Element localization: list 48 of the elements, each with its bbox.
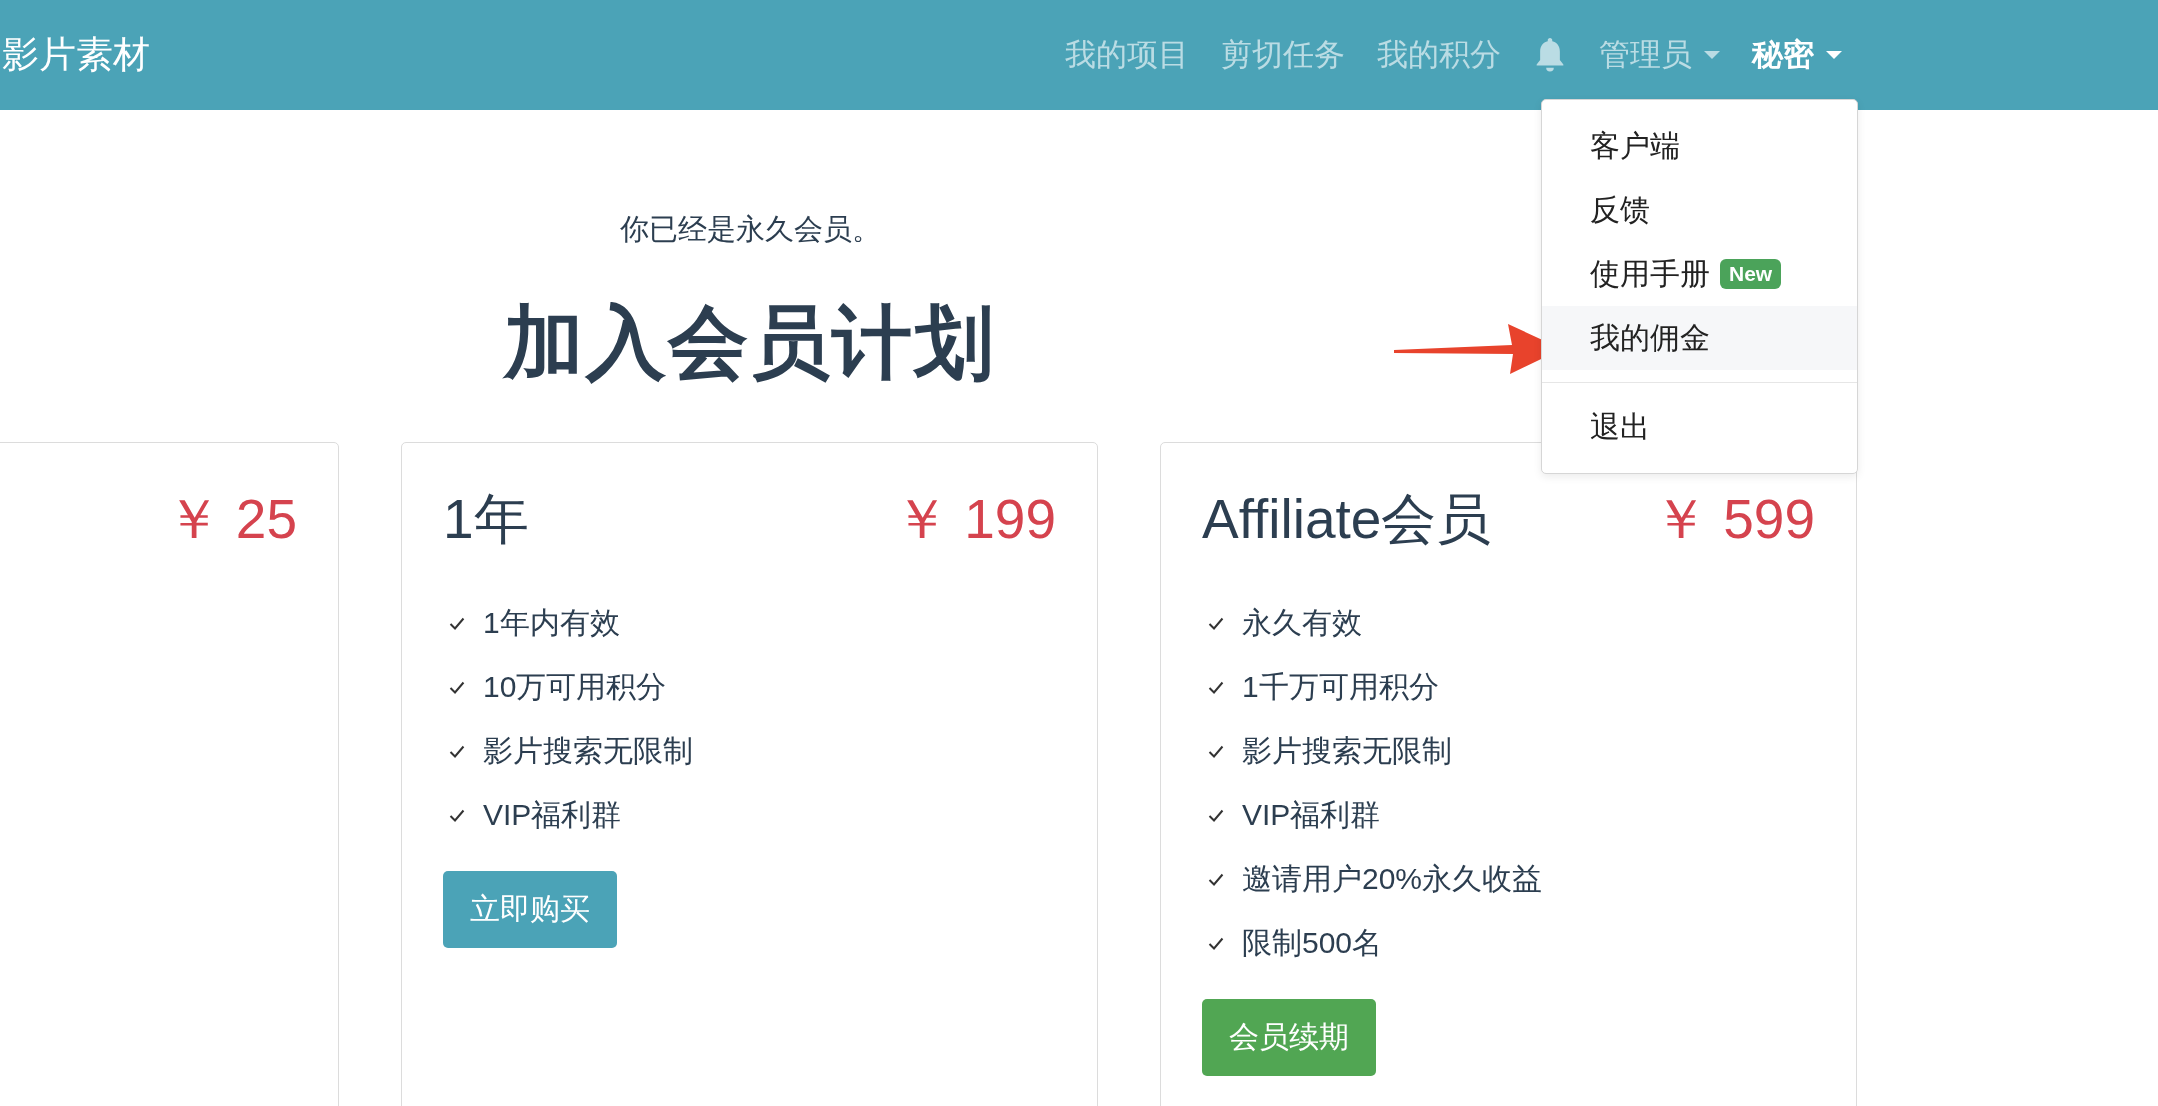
check-icon [449, 616, 465, 630]
plan-title: 1年 [443, 487, 529, 552]
check-icon [1208, 808, 1224, 822]
menu-item-label: 我的佣金 [1590, 319, 1710, 356]
menu-item[interactable]: 客户端 [1542, 114, 1857, 178]
menu-item[interactable]: 我的佣金 [1542, 306, 1857, 370]
new-badge: New [1720, 259, 1782, 289]
check-icon [1208, 744, 1224, 758]
menu-item-label: 客户端 [1590, 127, 1680, 164]
menu-item-label: 退出 [1590, 408, 1650, 445]
feature-text: 1千万可用积分 [1242, 668, 1439, 705]
feature-text: 影片搜索无限制 [483, 732, 693, 769]
check-icon [1208, 680, 1224, 694]
brand-link[interactable]: 影片素材 [0, 30, 150, 80]
plan-title: Affiliate会员 [1202, 487, 1492, 552]
check-icon [449, 808, 465, 822]
check-icon [1208, 872, 1224, 886]
caret-icon [1704, 51, 1720, 59]
plan-price: ￥ 25 [165, 487, 297, 552]
check-icon [1208, 936, 1224, 950]
caret-icon [1826, 51, 1842, 59]
feature-text: 限制500名 [1242, 924, 1383, 961]
plan-price: ￥ 199 [893, 487, 1056, 552]
nav-link[interactable]: 我的积分 [1361, 34, 1517, 76]
feature-text: 10万可用积分 [483, 668, 667, 705]
feature-text: 1年内有效 [483, 604, 620, 641]
menu-item[interactable]: 反馈 [1542, 178, 1857, 242]
plan-price: ￥ 599 [1652, 487, 1815, 552]
menu-item[interactable]: 退出 [1542, 395, 1857, 459]
feature-text: 影片搜索无限制 [1242, 732, 1452, 769]
feature-text: 永久有效 [1242, 604, 1362, 641]
dropdown-toggle[interactable]: 管理员 [1583, 34, 1736, 76]
page-heading: 加入会员计划 [504, 297, 996, 389]
dropdown-toggle[interactable]: 秘密 [1736, 34, 1858, 76]
membership-notice: 你已经是永久会员。 [619, 212, 881, 247]
plan-button[interactable]: 会员续期 [1202, 999, 1376, 1076]
feature-text: VIP福利群 [1242, 796, 1381, 833]
feature-text: 邀请用户20%永久收益 [1242, 860, 1543, 897]
menu-item[interactable]: 使用手册 New [1542, 242, 1857, 306]
check-icon [1208, 616, 1224, 630]
feature-text: VIP福利群 [483, 796, 622, 833]
check-icon [449, 680, 465, 694]
menu-item-label: 反馈 [1590, 191, 1650, 228]
menu-item-label: 使用手册 [1590, 255, 1710, 292]
nav-link[interactable]: 我的项目 [1049, 34, 1205, 76]
check-icon [449, 744, 465, 758]
nav-link[interactable]: 剪切任务 [1205, 34, 1361, 76]
plan-button[interactable]: 立即购买 [443, 871, 617, 948]
